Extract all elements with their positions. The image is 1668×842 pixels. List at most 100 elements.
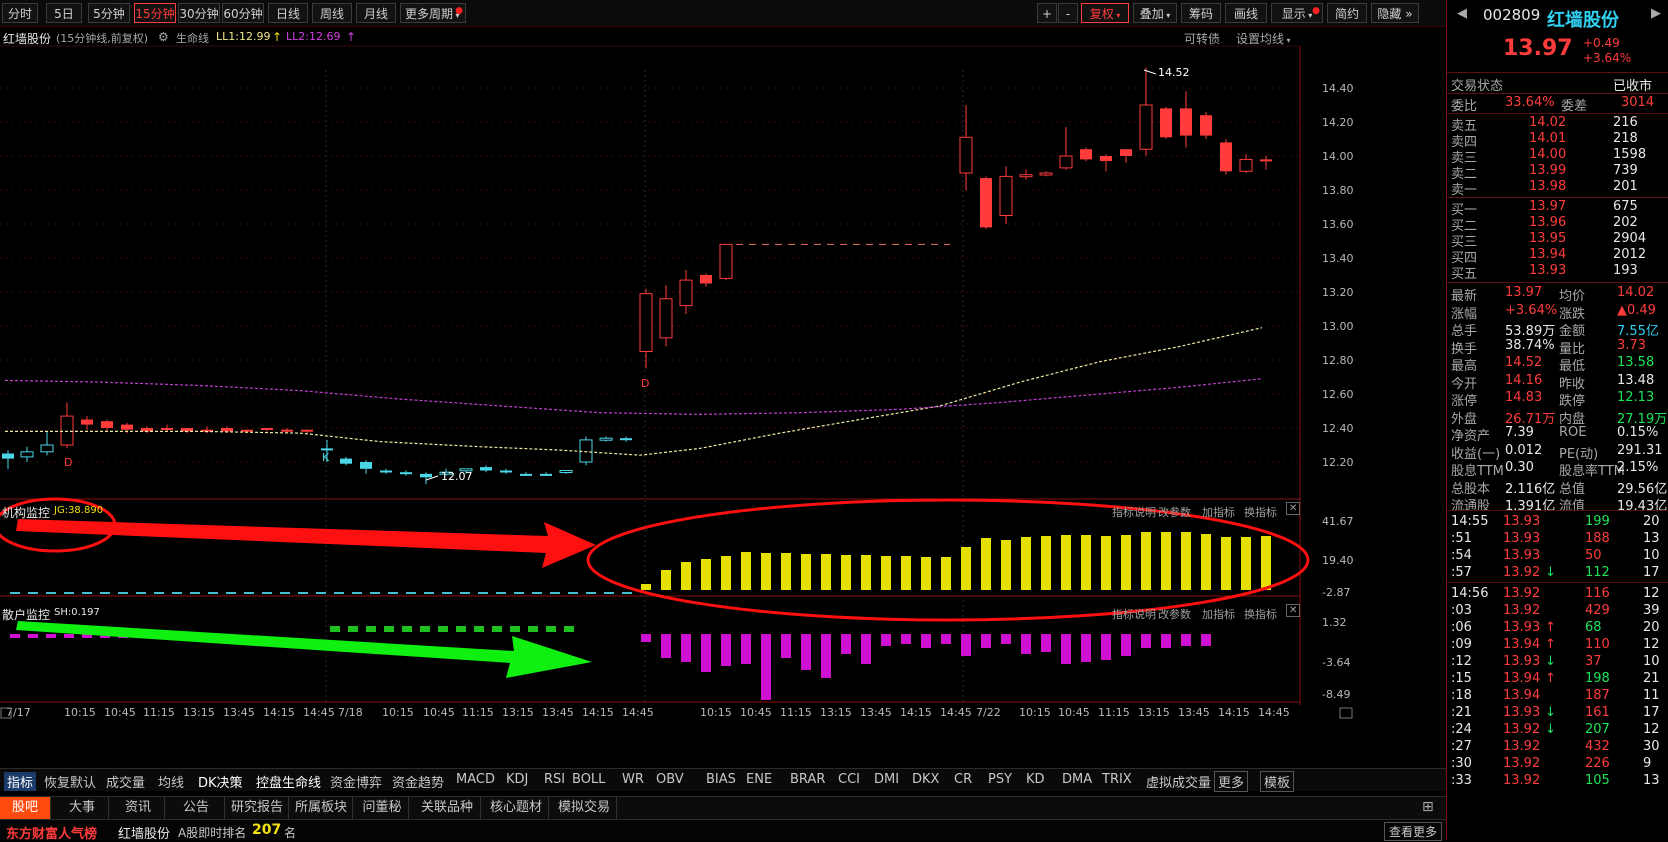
hide-panel-button[interactable]: 隐藏 »: [1371, 3, 1419, 23]
tick-time: :57: [1451, 565, 1472, 580]
indicator-tab[interactable]: 虚拟成交量: [1146, 772, 1211, 791]
bottom-tab[interactable]: 股吧: [0, 797, 51, 819]
institution-bar: [1141, 532, 1151, 590]
quote-panel: ◀ 002809 红墙股份 ▶ 13.97 +0.49 +3.64% 交易状态 …: [1446, 0, 1668, 840]
indicator-tab[interactable]: DKX: [912, 772, 939, 787]
hide-label: 隐藏: [1377, 7, 1402, 21]
indicator-tab[interactable]: 成交量: [106, 772, 145, 791]
more-periods-dropdown[interactable]: 更多周期 ▾ ●: [400, 3, 466, 23]
indicator-tab[interactable]: RSI: [544, 772, 565, 787]
indicator-tab[interactable]: KDJ: [506, 772, 528, 787]
panel2-edit-params[interactable]: 改参数: [1158, 606, 1191, 622]
time-tick-label: 13:15: [502, 706, 534, 719]
candle-body: [241, 429, 253, 432]
stat-row: 总手 53.89万 金额 7.55亿: [1447, 320, 1668, 339]
panel2-close-icon[interactable]: ✕: [1286, 604, 1301, 617]
indicator-tab[interactable]: 指标: [4, 772, 37, 791]
time-tick-label: 11:15: [780, 706, 812, 719]
draw-line-button[interactable]: 画线: [1225, 3, 1267, 23]
display-dropdown[interactable]: 显示 ▾ ●: [1271, 3, 1323, 23]
candle-body: [20, 451, 34, 458]
indicator-tab[interactable]: DMA: [1062, 772, 1092, 787]
indicator-tab[interactable]: 控盘生命线: [256, 772, 321, 791]
indicator-tab[interactable]: PSY: [988, 772, 1012, 787]
panel1-close-icon[interactable]: ✕: [1286, 502, 1301, 515]
kline-chart[interactable]: 14.40 14.20 14.00 13.80 13.60 13.40 13.20 13.00…: [0, 27, 1446, 747]
simple-mode-button[interactable]: 简约: [1327, 3, 1367, 23]
prev-stock-icon[interactable]: ◀: [1457, 6, 1467, 21]
panel2-switch-indicator[interactable]: 换指标: [1244, 606, 1277, 622]
overlay-dropdown[interactable]: 叠加 ▾: [1133, 3, 1177, 23]
institution-bar-small: [442, 592, 452, 594]
indicator-tab[interactable]: 恢复默认: [44, 772, 96, 791]
panel1-switch-indicator[interactable]: 换指标: [1244, 504, 1277, 520]
zoom-out-button[interactable]: -: [1058, 3, 1078, 23]
period-tab-15min[interactable]: 15分钟: [134, 3, 176, 23]
indicator-tab[interactable]: 更多: [1214, 771, 1249, 792]
indicator-tab[interactable]: BIAS: [706, 772, 736, 787]
bid-volume: 193: [1613, 263, 1638, 278]
candle-body: [599, 437, 613, 441]
chip-button[interactable]: 筹码: [1181, 3, 1221, 23]
bottom-tab[interactable]: 问董秘: [356, 797, 409, 819]
period-tab-week[interactable]: 周线: [312, 3, 352, 23]
zoom-in-button[interactable]: +: [1037, 3, 1057, 23]
panel2-add-indicator[interactable]: 加指标: [1202, 606, 1235, 622]
indicator-tab[interactable]: CCI: [838, 772, 860, 787]
indicator-tab[interactable]: CR: [954, 772, 972, 787]
indicator-tab[interactable]: DMI: [874, 772, 899, 787]
bottom-tab[interactable]: 公告: [168, 797, 225, 819]
adjust-dropdown[interactable]: 复权 ▾: [1081, 3, 1129, 23]
indicator-tab[interactable]: TRIX: [1102, 772, 1132, 787]
indicator-tab[interactable]: DK决策: [198, 772, 243, 791]
candle-body: [1059, 155, 1073, 169]
period-tab-60min[interactable]: 60分钟: [222, 3, 264, 23]
tick-count: 9: [1643, 756, 1652, 771]
indicator-tab[interactable]: BOLL: [572, 772, 605, 787]
indicator-tab[interactable]: WR: [622, 772, 644, 787]
ask-volume: 739: [1613, 163, 1638, 178]
institution-bar-small: [568, 592, 578, 594]
stat-value: 7.55亿: [1617, 324, 1659, 339]
period-tab-month[interactable]: 月线: [356, 3, 396, 23]
institution-bar: [1241, 537, 1251, 590]
period-tab-day[interactable]: 日线: [268, 3, 308, 23]
bottom-tab[interactable]: 关联品种: [414, 797, 481, 819]
tick-count: 12: [1643, 586, 1660, 601]
indicator-tab[interactable]: OBV: [656, 772, 684, 787]
view-more-button[interactable]: 查看更多: [1384, 822, 1443, 841]
indicator-tab[interactable]: 资金博弈: [330, 772, 382, 791]
order-ratio-label: 委比: [1451, 99, 1478, 114]
indicator-tab[interactable]: 模板: [1260, 771, 1295, 792]
retail-bar: [941, 634, 951, 644]
bottom-tab[interactable]: 核心题材: [484, 797, 549, 819]
indicator-tab[interactable]: 资金趋势: [392, 772, 444, 791]
period-tab-fenshi[interactable]: 分时: [2, 3, 38, 23]
indicator-tab[interactable]: BRAR: [790, 772, 825, 787]
next-stock-icon[interactable]: ▶: [1651, 6, 1661, 21]
period-tab-30min[interactable]: 30分钟: [178, 3, 220, 23]
bottom-tab[interactable]: 资讯: [112, 797, 165, 819]
bottom-tab[interactable]: 大事: [56, 797, 109, 819]
indicator-tab[interactable]: ENE: [746, 772, 772, 787]
bottom-tab[interactable]: 所属板块: [290, 797, 353, 819]
bottom-tab[interactable]: 研究报告: [226, 797, 289, 819]
panel2-indicator-help[interactable]: 指标说明: [1112, 606, 1156, 622]
institution-bar: [881, 556, 891, 590]
popularity-brand[interactable]: 东方财富人气榜: [6, 823, 97, 842]
panel1-add-indicator[interactable]: 加指标: [1202, 504, 1235, 520]
candle-body: [700, 275, 712, 284]
price-tick-label: 13.00: [1322, 320, 1354, 333]
panel1-edit-params[interactable]: 改参数: [1158, 504, 1191, 520]
institution-bar: [1001, 540, 1011, 590]
indicator-tab[interactable]: 均线: [158, 772, 184, 791]
time-tick-label: 13:45: [860, 706, 892, 719]
panel1-indicator-help[interactable]: 指标说明: [1112, 504, 1156, 520]
period-tab-5day[interactable]: 5日: [46, 3, 82, 23]
expand-panel-icon[interactable]: ⊞: [1422, 799, 1434, 815]
period-tab-5min[interactable]: 5分钟: [88, 3, 130, 23]
tick-time: :33: [1451, 773, 1472, 788]
indicator-tab[interactable]: MACD: [456, 772, 495, 787]
indicator-tab[interactable]: KD: [1026, 772, 1045, 787]
bottom-tab[interactable]: 模拟交易: [552, 797, 617, 819]
